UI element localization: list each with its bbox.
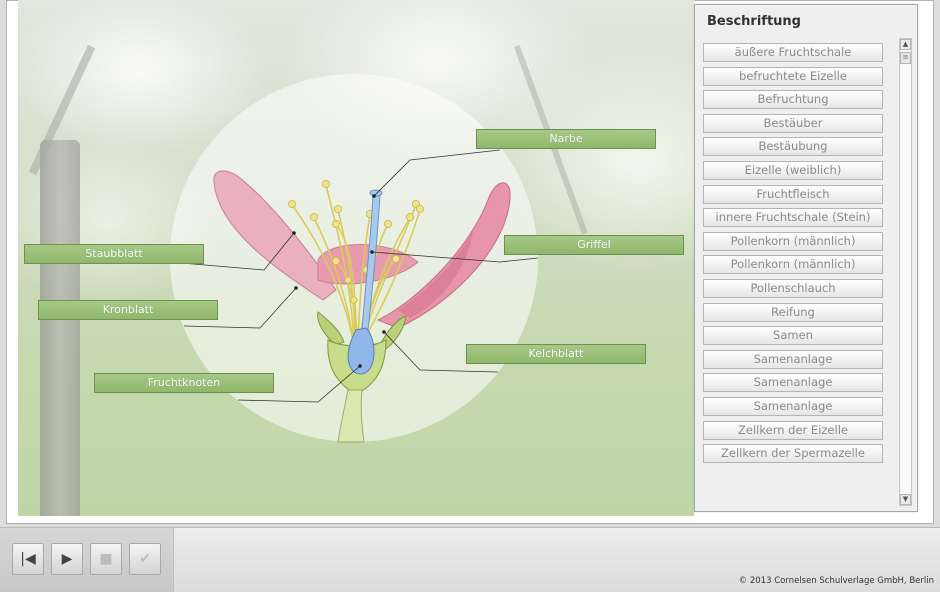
stop-icon: ■ [99, 551, 113, 567]
label-list-item[interactable]: Reifung [703, 302, 883, 322]
stop-button[interactable]: ■ [90, 543, 122, 575]
panel-title: Beschriftung [707, 14, 801, 29]
label-list-item[interactable]: Fruchtfleisch [703, 184, 883, 204]
scroll-thumb[interactable]: ≡ [900, 52, 911, 64]
label-list-item[interactable]: Samenanlage [703, 396, 883, 416]
label-list-item[interactable]: befruchtete Eizelle [703, 66, 883, 86]
label-staubblatt[interactable]: Staubblatt [24, 244, 204, 264]
label-list-item[interactable]: innere Fruchtschale (Stein) [703, 208, 883, 228]
control-button-group: |◀ ▶ ■ ✔ [0, 528, 174, 592]
label-fruchtknoten[interactable]: Fruchtknoten [94, 373, 274, 393]
play-icon: ▶ [61, 551, 73, 567]
skip-to-start-button[interactable]: |◀ [12, 543, 44, 575]
label-list-item[interactable]: Samenanlage [703, 349, 883, 369]
stage: Narbe Staubblatt Griffel Kronblatt Kelch… [0, 0, 940, 528]
play-button[interactable]: ▶ [51, 543, 83, 575]
label-kronblatt[interactable]: Kronblatt [38, 300, 218, 320]
label-list-item[interactable]: Bestäubung [703, 137, 883, 157]
petal-left [213, 170, 337, 301]
label-narbe[interactable]: Narbe [476, 129, 656, 149]
label-list-item[interactable]: Befruchtung [703, 90, 883, 110]
label-list-item[interactable]: Samenanlage [703, 373, 883, 393]
check-button[interactable]: ✔ [129, 543, 161, 575]
label-list-item[interactable]: Zellkern der Eizelle [703, 420, 883, 440]
label-griffel[interactable]: Griffel [504, 235, 684, 255]
skip-to-start-icon: |◀ [20, 551, 36, 567]
label-list-item[interactable]: Samen [703, 326, 883, 346]
label-list-item[interactable]: Zellkern der Spermazelle [703, 444, 883, 464]
checkmark-icon: ✔ [139, 551, 151, 567]
panel-scrollbar[interactable]: ▲ ≡ ▼ [899, 38, 912, 506]
label-list-item[interactable]: Bestäuber [703, 113, 883, 133]
labels-panel: Beschriftung äußere Fruchtschale befrucht… [694, 4, 918, 512]
sepal-left [317, 311, 345, 346]
blossom-background-scene: Narbe Staubblatt Griffel Kronblatt Kelch… [18, 0, 694, 516]
pistil-stigma [369, 189, 383, 197]
scroll-up-arrow-icon[interactable]: ▲ [900, 39, 911, 50]
label-list: äußere Fruchtschale befruchtete Eizelle Be… [703, 43, 885, 468]
scroll-down-arrow-icon[interactable]: ▼ [900, 494, 911, 505]
copyright-text: © 2013 Cornelsen Schulverlage GmbH, Berl… [738, 576, 934, 586]
label-list-item[interactable]: Pollenkorn (männlich) [703, 255, 883, 275]
label-list-item[interactable]: äußere Fruchtschale [703, 43, 883, 62]
label-kelchblatt[interactable]: Kelchblatt [466, 344, 646, 364]
flower-stem [337, 389, 365, 443]
label-list-item[interactable]: Pollenschlauch [703, 278, 883, 298]
bottom-toolbar: |◀ ▶ ■ ✔ © 2013 Cornelsen Schulverlage G… [0, 528, 940, 592]
label-list-item[interactable]: Eizelle (weiblich) [703, 160, 883, 180]
label-list-item[interactable]: Pollenkorn (männlich) [703, 231, 883, 251]
